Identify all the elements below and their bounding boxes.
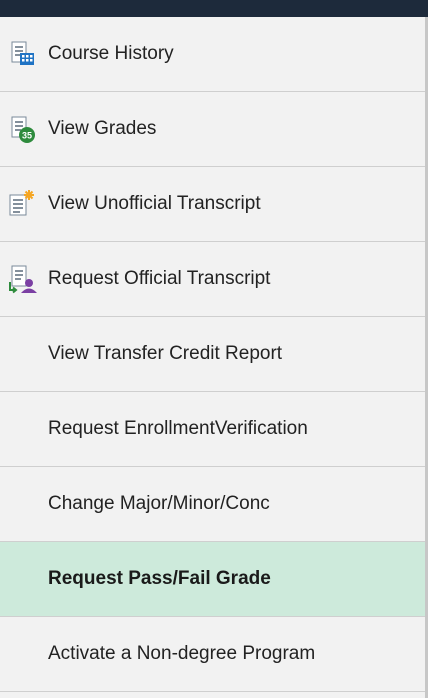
menu-item-request-enrollment-verification[interactable]: Request EnrollmentVerification bbox=[0, 392, 425, 467]
menu-item-label: Activate a Non-degree Program bbox=[48, 643, 316, 664]
top-bar bbox=[0, 0, 428, 17]
menu-item-label: View Grades bbox=[48, 118, 157, 139]
menu-item-request-official-transcript[interactable]: Request Official Transcript bbox=[0, 242, 425, 317]
menu-item-label: Course History bbox=[48, 43, 174, 64]
menu-item-view-transfer-credit-report[interactable]: View Transfer Credit Report bbox=[0, 317, 425, 392]
menu-item-label: View Unofficial Transcript bbox=[48, 193, 261, 214]
navigation-panel: Course History 35 View Grades View Unoff… bbox=[0, 0, 428, 698]
course-history-icon bbox=[6, 37, 40, 71]
menu-item-change-major-minor-conc[interactable]: Change Major/Minor/Conc bbox=[0, 467, 425, 542]
unofficial-transcript-icon bbox=[6, 187, 40, 221]
menu-item-activate-non-degree-program[interactable]: Activate a Non-degree Program bbox=[0, 617, 425, 692]
menu-item-label: Request Pass/Fail Grade bbox=[48, 568, 271, 589]
view-grades-icon: 35 bbox=[6, 112, 40, 146]
official-transcript-icon bbox=[6, 262, 40, 296]
grade-badge: 35 bbox=[22, 131, 32, 141]
menu-item-label: Change Major/Minor/Conc bbox=[48, 493, 270, 514]
menu-item-view-grades[interactable]: 35 View Grades bbox=[0, 92, 425, 167]
menu-item-request-pass-fail-grade[interactable]: Request Pass/Fail Grade bbox=[0, 542, 425, 617]
menu-item-label: Request EnrollmentVerification bbox=[48, 418, 308, 439]
menu-item-label: View Transfer Credit Report bbox=[48, 343, 283, 364]
menu-item-view-unofficial-transcript[interactable]: View Unofficial Transcript bbox=[0, 167, 425, 242]
menu-item-label: Request Official Transcript bbox=[48, 268, 271, 289]
menu-list: Course History 35 View Grades View Unoff… bbox=[0, 17, 425, 692]
menu-item-course-history[interactable]: Course History bbox=[0, 17, 425, 92]
